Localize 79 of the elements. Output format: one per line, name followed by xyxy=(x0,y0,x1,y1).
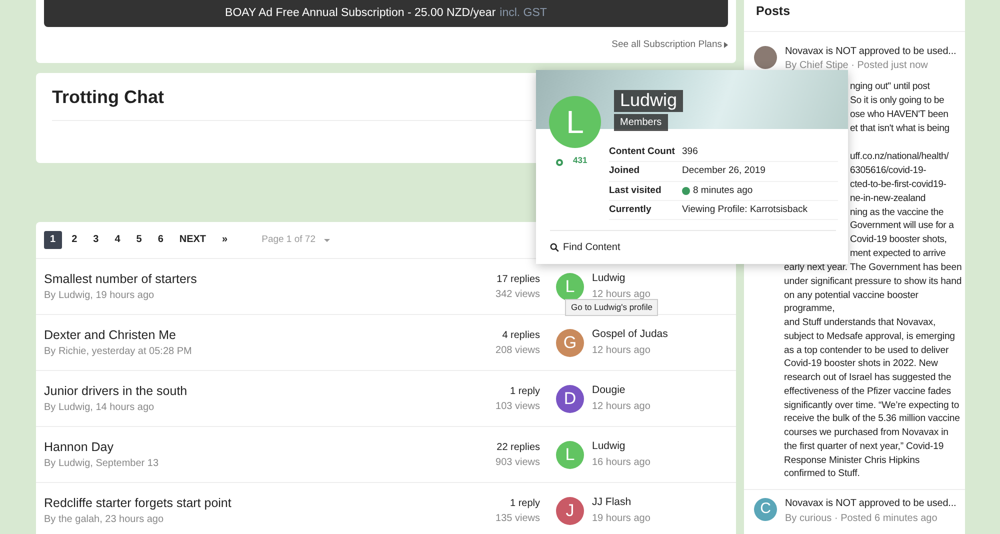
post-text-line: Covid-19 booster shots, xyxy=(849,233,947,248)
caret-icon xyxy=(724,42,728,48)
post-text-line: Government will use for a xyxy=(849,219,954,234)
page-button[interactable]: 6 xyxy=(152,231,170,249)
last-post-time: 12 hours ago xyxy=(592,344,652,358)
post-text-line: ment expected to arrive xyxy=(849,247,946,262)
post-text-line: uff.co.nz/national/health/ xyxy=(849,150,949,164)
topic-title[interactable]: Dexter and Christen Me xyxy=(44,326,496,344)
field-label: Currently xyxy=(609,202,652,217)
last-post-time: 12 hours ago xyxy=(592,400,650,414)
avatar[interactable]: J xyxy=(556,496,584,524)
post-title[interactable]: Novavax is NOT approved to be used... xyxy=(785,46,956,58)
search-icon xyxy=(550,243,559,252)
profile-group: Members xyxy=(614,114,668,131)
topic-title[interactable]: Hannon Day xyxy=(44,438,496,456)
last-poster-name[interactable]: Ludwig xyxy=(592,439,650,455)
field-value: 8 minutes ago xyxy=(693,184,753,198)
topic-meta: By the galah, 23 hours ago xyxy=(44,513,165,528)
post-text-line: nging out" until post xyxy=(849,80,930,94)
subscribe-button[interactable]: BOAY Ad Free Annual Subscription - 25.00 NZD/year incl. GST xyxy=(44,0,728,27)
post-text-line: cted-to-be-first-covid19- xyxy=(849,178,946,192)
view-count: 903 views xyxy=(496,456,540,470)
last-poster-name[interactable]: Dougie xyxy=(592,383,650,399)
last-poster-name[interactable]: JJ Flash xyxy=(592,495,650,511)
topic-title[interactable]: Redcliffe starter forgets start point xyxy=(44,494,496,512)
post-meta: By Chief Stipe · Posted just now xyxy=(785,59,929,74)
topic-meta: By Ludwig, 19 hours ago xyxy=(44,289,156,304)
post-text-line: ne-in-new-zealand xyxy=(849,192,926,206)
page-button[interactable]: 5 xyxy=(130,231,148,249)
reputation-icon xyxy=(556,159,563,166)
field-value: Viewing Profile: Karrotsisback xyxy=(682,202,808,217)
find-content-link[interactable]: Find Content xyxy=(550,240,620,255)
field-label: Last visited xyxy=(609,184,662,198)
reply-count: 17 replies xyxy=(496,272,540,286)
field-label: Joined xyxy=(609,164,641,178)
post-text-line: ose who HAVEN'T been xyxy=(849,108,948,122)
last-post-time: 19 hours ago xyxy=(592,512,650,526)
post-text-line: et that isn't what is being xyxy=(849,122,950,136)
profile-avatar: L xyxy=(549,96,601,148)
profile-name[interactable]: Ludwig xyxy=(614,90,684,112)
post-title[interactable]: Novavax is NOT approved to be used... xyxy=(785,498,956,511)
page-button[interactable]: 2 xyxy=(66,231,84,249)
post-paragraph: and Stuff understands that Novavax, subject to Medsafe approval, is emerging as a top contender to be used to deliver Covid-19 booster shots in 2022. New research out of Israel has suggested the effectiveness of the Pfizer vaccine fades significantly over time. “We’re expecting to receive the bulk of the 5.36 million vaccine courses we purchased from Novavax in the first quarter of next year,” Covid-19 Response Minister Chris Hipkins confirmed to Stuff. xyxy=(784,316,961,482)
reply-count: 22 replies xyxy=(496,440,540,454)
chat-title: Trotting Chat xyxy=(52,86,164,109)
avatar-photo-placeholder[interactable] xyxy=(754,46,777,69)
page-button[interactable]: 3 xyxy=(87,231,105,249)
view-count: 103 views xyxy=(496,400,540,414)
last-poster-name[interactable]: Ludwig xyxy=(592,271,650,287)
page-button[interactable]: 1 xyxy=(44,231,62,249)
tooltip: Go to Ludwig's profile xyxy=(565,299,658,316)
page-button[interactable]: 4 xyxy=(108,231,126,249)
topic-meta: By Ludwig, September 13 xyxy=(44,457,160,472)
last-post-time: 16 hours ago xyxy=(592,456,650,470)
post-text-line: 6305616/covid-19- xyxy=(849,164,926,178)
view-count: 342 views xyxy=(496,288,540,302)
topic-meta: By Richie, yesterday at 05:28 PM xyxy=(44,345,193,360)
reputation-count: 431 xyxy=(572,154,588,167)
view-count: 208 views xyxy=(496,344,540,358)
next-page-button[interactable]: NEXT xyxy=(173,231,212,249)
reply-count: 4 replies xyxy=(501,328,540,342)
avatar[interactable]: D xyxy=(556,384,584,412)
field-value: 396 xyxy=(682,145,698,159)
last-page-button[interactable]: » xyxy=(216,231,234,249)
post-text-line: So it is only going to be xyxy=(849,94,944,108)
topic-title[interactable]: Junior drivers in the south xyxy=(44,382,496,400)
reply-count: 1 reply xyxy=(508,496,540,510)
post-meta: By curious · Posted 6 minutes ago xyxy=(785,512,938,526)
field-label: Content Count xyxy=(609,145,676,159)
last-post-time: 12 hours ago xyxy=(592,288,650,302)
field-value: December 26, 2019 xyxy=(682,164,766,178)
reply-count: 1 reply xyxy=(508,384,540,398)
topic-title[interactable]: Smallest number of starters xyxy=(44,270,496,288)
caret-icon xyxy=(324,238,330,242)
view-count: 135 views xyxy=(496,512,540,526)
posts-title: Posts xyxy=(744,0,965,32)
plans-link[interactable]: See all Subscription Plans xyxy=(612,38,722,52)
topic-meta: By Ludwig, 14 hours ago xyxy=(44,401,156,416)
last-poster-name[interactable]: Gospel of Judas xyxy=(592,327,668,343)
